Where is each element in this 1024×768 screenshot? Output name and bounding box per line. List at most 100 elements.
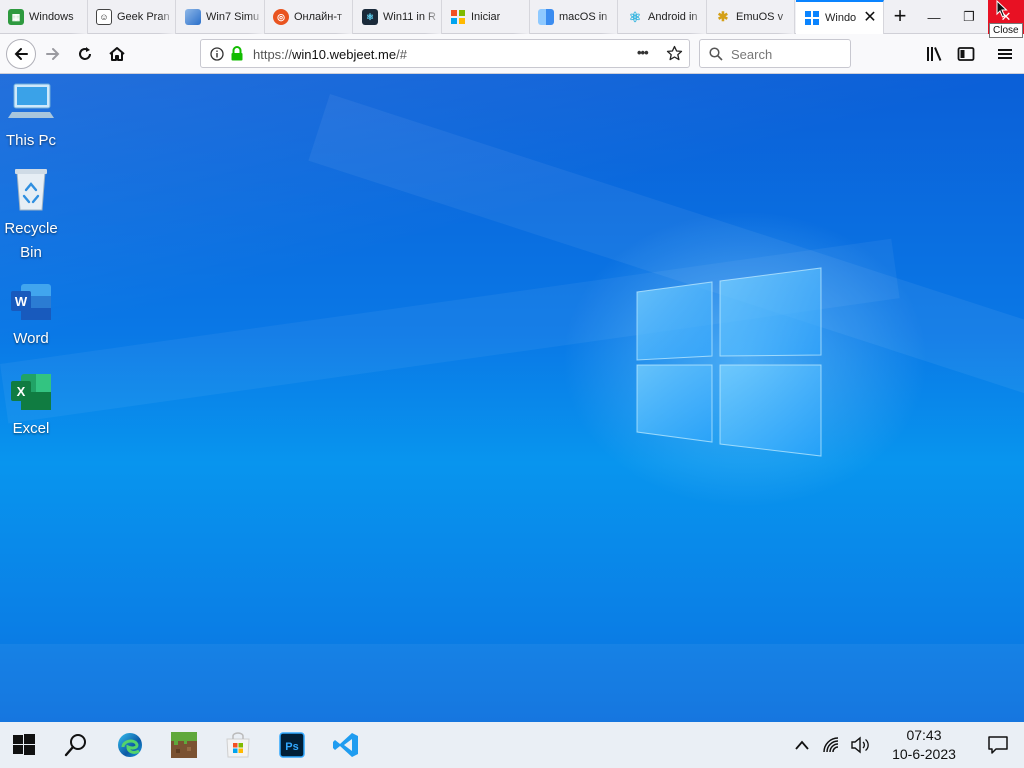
back-button[interactable] [6,39,36,69]
bookmark-star-icon[interactable] [666,45,683,62]
close-tab-icon[interactable]: ✕ [863,10,877,26]
search-icon [709,47,723,61]
desktop-icon-label: Excel [12,420,50,437]
taskbar: Ps 07:43 10-6-2023 [0,722,1024,768]
minecraft-icon [171,732,197,758]
volume-button[interactable] [844,729,876,761]
close-tooltip: Close [989,23,1023,38]
desktop-icon-label: Recycle Bin [4,220,58,261]
windows10-icon [804,10,820,26]
svg-text:W: W [15,294,28,309]
desktop-icon-word[interactable]: W Word [0,282,62,351]
new-tab-button[interactable]: + [885,2,915,32]
desktop-icon-excel[interactable]: X Excel [0,372,62,441]
taskbar-vscode[interactable] [330,729,362,761]
word-icon: W [11,284,51,320]
search-placeholder: Search [731,47,773,62]
start-icon [13,734,35,755]
home-icon [109,47,125,61]
taskbar-edge[interactable] [114,729,146,761]
tab-label: EmuOS v [736,11,784,23]
desktop-icon-recycle-bin[interactable]: Recycle Bin [0,166,62,265]
taskbar-photoshop[interactable]: Ps [276,729,308,761]
home-button[interactable] [102,39,132,69]
library-button[interactable] [919,39,949,69]
tab-geek-prank[interactable]: ☺ Geek Pran [88,0,176,34]
light-beam [0,644,1024,722]
react-dark-icon: ⚛ [362,9,378,25]
tab-label: Iniciar [471,11,501,23]
hamburger-menu-icon [998,49,1012,59]
reload-icon [79,47,91,60]
tab-win7-simulator[interactable]: Win7 Simu [177,0,265,34]
url-bar[interactable]: https://win10.webjeet.me/# ••• [200,39,690,68]
restore-button[interactable]: ❐ [952,0,986,34]
tab-android[interactable]: ⚛ Android in [619,0,707,34]
windows-logo-wallpaper [636,267,822,457]
tab-strip: ▦ Windows ☺ Geek Pran Win7 Simu ◎ Онлайн… [0,0,1024,34]
finder-icon [538,9,554,25]
tab-emuos[interactable]: ✱ EmuOS v [707,0,795,34]
taskbar-minecraft[interactable] [168,729,200,761]
search-bar[interactable]: Search [699,39,851,68]
clock-time[interactable]: 07:43 [882,727,966,743]
tab-label: Онлайн-т [294,11,343,23]
emuos-icon: ✱ [717,9,729,24]
tab-windows[interactable]: ▦ Windows [0,0,88,34]
info-icon[interactable] [210,47,224,61]
tab-iniciar[interactable]: Iniciar [442,0,530,34]
desktop-icon-label: Word [13,330,49,347]
navigation-toolbar: https://win10.webjeet.me/# ••• Search [0,34,1024,74]
menu-button[interactable] [990,39,1020,69]
ubuntu-icon: ◎ [273,9,289,25]
clock-date[interactable]: 10-6-2023 [882,746,966,762]
taskbar-search-button[interactable] [60,729,92,761]
tab-windows10-active[interactable]: Windo ✕ [796,0,884,34]
mouse-cursor-icon [996,0,1008,18]
edge-icon [118,733,142,757]
sidebar-icon [957,47,975,61]
lock-icon[interactable] [230,46,244,61]
url-scheme: https:// [253,47,293,62]
desktop-icon-this-pc[interactable]: This Pc [0,80,62,153]
wifi-icon [823,737,839,753]
troll-face-icon: ☺ [96,9,112,25]
back-arrow-icon [14,48,28,60]
notification-icon [988,736,1008,754]
recycle-bin-icon [15,169,47,211]
search-icon [64,734,86,757]
forward-button[interactable] [38,39,68,69]
windows7-icon [185,9,201,25]
start-button[interactable] [8,729,40,761]
tab-online[interactable]: ◎ Онлайн-т [265,0,353,34]
library-icon [927,47,942,61]
computer-icon [8,83,54,118]
reload-button[interactable] [70,39,100,69]
green-spreadsheet-icon: ▦ [8,9,24,25]
sidebar-button[interactable] [951,39,981,69]
action-center-button[interactable] [982,729,1014,761]
svg-text:X: X [17,384,26,399]
show-hidden-icons-button[interactable] [786,729,818,761]
url-text[interactable]: https://win10.webjeet.me/# [253,47,407,62]
store-icon [226,732,250,758]
minimize-button[interactable]: — [917,0,951,34]
tab-win11[interactable]: ⚛ Win11 in R [354,0,442,34]
chevron-up-icon [795,740,809,750]
excel-icon: X [11,374,51,410]
desktop[interactable]: This Pc Recycle Bin W Word X Excel [0,74,1024,722]
svg-text:Ps: Ps [285,741,298,753]
photoshop-icon: Ps [279,732,305,758]
tab-label: Windows [29,11,74,23]
forward-arrow-icon [46,48,60,60]
desktop-icon-label: This Pc [5,132,56,149]
taskbar-store[interactable] [222,729,254,761]
url-host: win10.webjeet.me [292,47,397,62]
vscode-icon [333,733,358,757]
tab-label: Windo [825,12,857,24]
volume-icon [851,736,869,754]
page-actions-button[interactable]: ••• [637,45,649,60]
url-path: /# [396,47,407,62]
windows-logo-icon [450,9,466,25]
tab-macos[interactable]: macOS in [530,0,618,34]
